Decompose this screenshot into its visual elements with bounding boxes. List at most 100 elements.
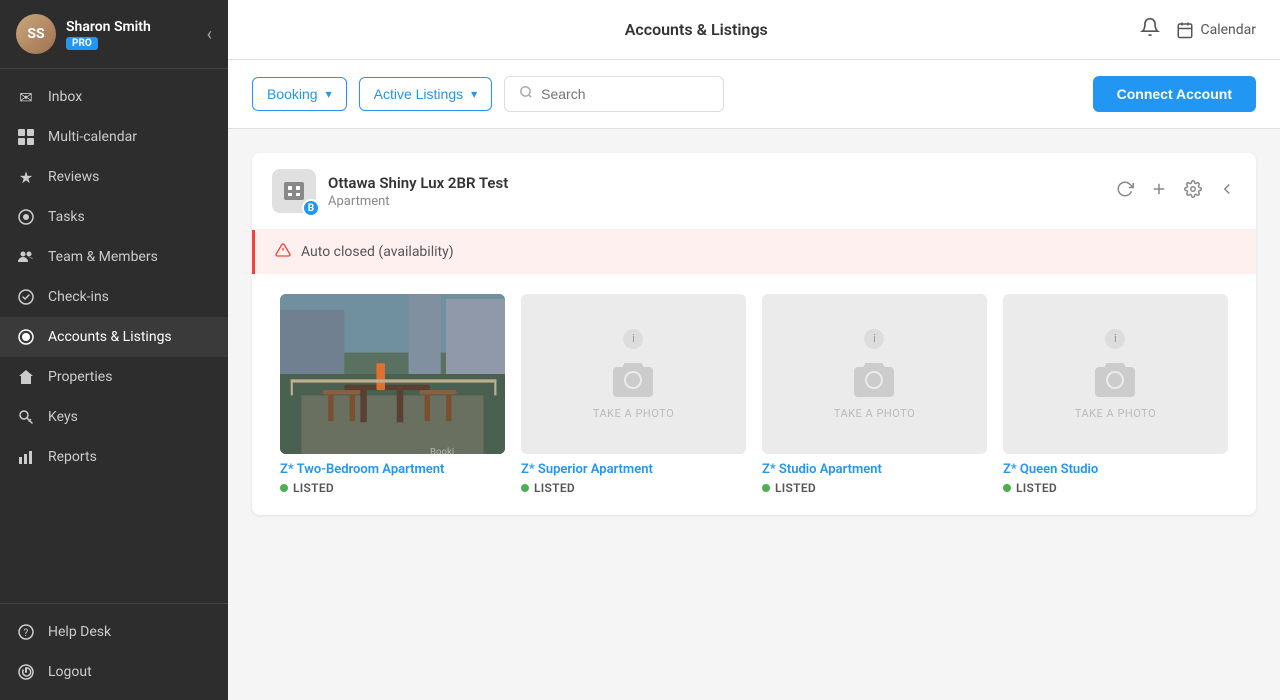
listing-status: LISTED xyxy=(1003,481,1228,495)
listing-image: Booki xyxy=(280,294,505,454)
listing-image-placeholder: i TAKE A PHOTO xyxy=(521,294,746,454)
calendar-label: Calendar xyxy=(1200,22,1256,38)
sidebar-item-label: Properties xyxy=(48,369,112,385)
listing-name[interactable]: Z* Two-Bedroom Apartment xyxy=(280,462,505,477)
connect-account-button[interactable]: Connect Account xyxy=(1093,76,1256,112)
listing-name[interactable]: Z* Studio Apartment xyxy=(762,462,987,477)
status-dot-icon xyxy=(280,484,288,492)
listings-grid: Booki Z* Two-Bedroom Apartment LISTED i xyxy=(252,274,1256,515)
listing-status-label: LISTED xyxy=(293,481,334,495)
alert-text: Auto closed (availability) xyxy=(301,244,454,260)
listings-dropdown[interactable]: Active Listings ▾ xyxy=(359,77,493,111)
listing-card: i TAKE A PHOTO Z* Queen Studio LISTED xyxy=(995,294,1236,495)
search-icon xyxy=(519,85,533,103)
sidebar-item-multi-calendar[interactable]: Multi-calendar xyxy=(0,117,228,157)
topbar-actions: Calendar xyxy=(1140,17,1256,42)
take-photo-label: TAKE A PHOTO xyxy=(834,407,915,420)
sidebar-footer: ? Help Desk Logout xyxy=(0,603,228,700)
properties-icon xyxy=(16,367,36,387)
sidebar-item-label: Accounts & Listings xyxy=(48,329,172,345)
listing-name[interactable]: Z* Queen Studio xyxy=(1003,462,1228,477)
collapse-icon[interactable] xyxy=(1218,180,1236,203)
listing-card: i TAKE A PHOTO Z* Studio Apartment LISTE… xyxy=(754,294,995,495)
sidebar-item-reports[interactable]: Reports xyxy=(0,437,228,477)
info-icon: i xyxy=(1105,329,1125,349)
reviews-icon: ★ xyxy=(16,167,36,187)
search-input[interactable] xyxy=(541,86,709,102)
sidebar-item-logout[interactable]: Logout xyxy=(0,652,228,692)
info-icon: i xyxy=(864,329,884,349)
inbox-icon: ✉ xyxy=(16,87,36,107)
status-dot-icon xyxy=(762,484,770,492)
account-name: Ottawa Shiny Lux 2BR Test xyxy=(328,174,508,192)
listing-card: Booki Z* Two-Bedroom Apartment LISTED xyxy=(272,294,513,495)
multi-calendar-icon xyxy=(16,127,36,147)
listing-image-placeholder: i TAKE A PHOTO xyxy=(762,294,987,454)
sidebar-item-team-members[interactable]: Team & Members xyxy=(0,237,228,277)
status-dot-icon xyxy=(521,484,529,492)
alert-banner: Auto closed (availability) xyxy=(252,230,1256,274)
sidebar-item-accounts-listings[interactable]: Accounts & Listings xyxy=(0,317,228,357)
take-photo-label: TAKE A PHOTO xyxy=(593,407,674,420)
sidebar-collapse-button[interactable]: ‹ xyxy=(207,24,212,45)
sidebar-item-label: Team & Members xyxy=(48,249,158,265)
sidebar-item-keys[interactable]: Keys xyxy=(0,397,228,437)
booking-chevron-down-icon: ▾ xyxy=(326,87,332,101)
account-avatar: B xyxy=(272,169,316,213)
listing-status-label: LISTED xyxy=(534,481,575,495)
search-box xyxy=(504,76,724,112)
content-area: B Ottawa Shiny Lux 2BR Test Apartment xyxy=(228,129,1280,700)
listing-name[interactable]: Z* Superior Apartment xyxy=(521,462,746,477)
sidebar-item-label: Reviews xyxy=(48,169,99,185)
status-dot-icon xyxy=(1003,484,1011,492)
notifications-bell-icon[interactable] xyxy=(1140,17,1160,42)
accounts-listings-icon xyxy=(16,327,36,347)
sidebar-item-tasks[interactable]: Tasks xyxy=(0,197,228,237)
settings-icon[interactable] xyxy=(1184,180,1202,203)
sidebar-item-label: Keys xyxy=(48,409,78,425)
tasks-icon xyxy=(16,207,36,227)
sidebar-item-reviews[interactable]: ★ Reviews xyxy=(0,157,228,197)
account-actions xyxy=(1116,180,1236,203)
keys-icon xyxy=(16,407,36,427)
calendar-button[interactable]: Calendar xyxy=(1176,21,1256,39)
pro-badge: PRO xyxy=(66,37,98,50)
listing-status-label: LISTED xyxy=(1016,481,1057,495)
sidebar-nav: ✉ Inbox Multi-calendar ★ Reviews Tasks T… xyxy=(0,69,228,603)
listing-status-label: LISTED xyxy=(775,481,816,495)
svg-text:Booki: Booki xyxy=(430,446,454,454)
add-icon[interactable] xyxy=(1150,180,1168,203)
listing-status: LISTED xyxy=(762,481,987,495)
sidebar-item-label: Check-ins xyxy=(48,289,109,305)
alert-triangle-icon xyxy=(275,242,291,262)
sidebar-item-label: Inbox xyxy=(48,89,82,105)
sidebar-item-check-ins[interactable]: Check-ins xyxy=(0,277,228,317)
avatar: SS xyxy=(16,14,56,54)
sidebar-item-inbox[interactable]: ✉ Inbox xyxy=(0,77,228,117)
take-photo-label: TAKE A PHOTO xyxy=(1075,407,1156,420)
account-section: B Ottawa Shiny Lux 2BR Test Apartment xyxy=(252,153,1256,515)
account-header: B Ottawa Shiny Lux 2BR Test Apartment xyxy=(252,153,1256,230)
info-icon: i xyxy=(623,329,643,349)
logout-icon xyxy=(16,662,36,682)
main-content: Accounts & Listings Calendar Booking ▾ A… xyxy=(228,0,1280,700)
svg-text:?: ? xyxy=(24,628,29,639)
user-info: Sharon Smith PRO xyxy=(66,19,151,50)
sidebar-item-properties[interactable]: Properties xyxy=(0,357,228,397)
page-title: Accounts & Listings xyxy=(625,20,768,39)
account-type: Apartment xyxy=(328,194,508,209)
sidebar-item-label: Help Desk xyxy=(48,624,111,640)
topbar: Accounts & Listings Calendar xyxy=(228,0,1280,60)
sidebar-item-label: Logout xyxy=(48,664,92,680)
listing-image-placeholder: i TAKE A PHOTO xyxy=(1003,294,1228,454)
sidebar: SS Sharon Smith PRO ‹ ✉ Inbox Multi-cale… xyxy=(0,0,228,700)
sidebar-item-help-desk[interactable]: ? Help Desk xyxy=(0,612,228,652)
booking-dropdown[interactable]: Booking ▾ xyxy=(252,77,347,111)
listing-status: LISTED xyxy=(280,481,505,495)
sidebar-header: SS Sharon Smith PRO ‹ xyxy=(0,0,228,69)
sidebar-item-label: Multi-calendar xyxy=(48,129,137,145)
username: Sharon Smith xyxy=(66,19,151,35)
account-badge: B xyxy=(302,199,320,217)
account-details: Ottawa Shiny Lux 2BR Test Apartment xyxy=(328,174,508,209)
refresh-icon[interactable] xyxy=(1116,180,1134,203)
